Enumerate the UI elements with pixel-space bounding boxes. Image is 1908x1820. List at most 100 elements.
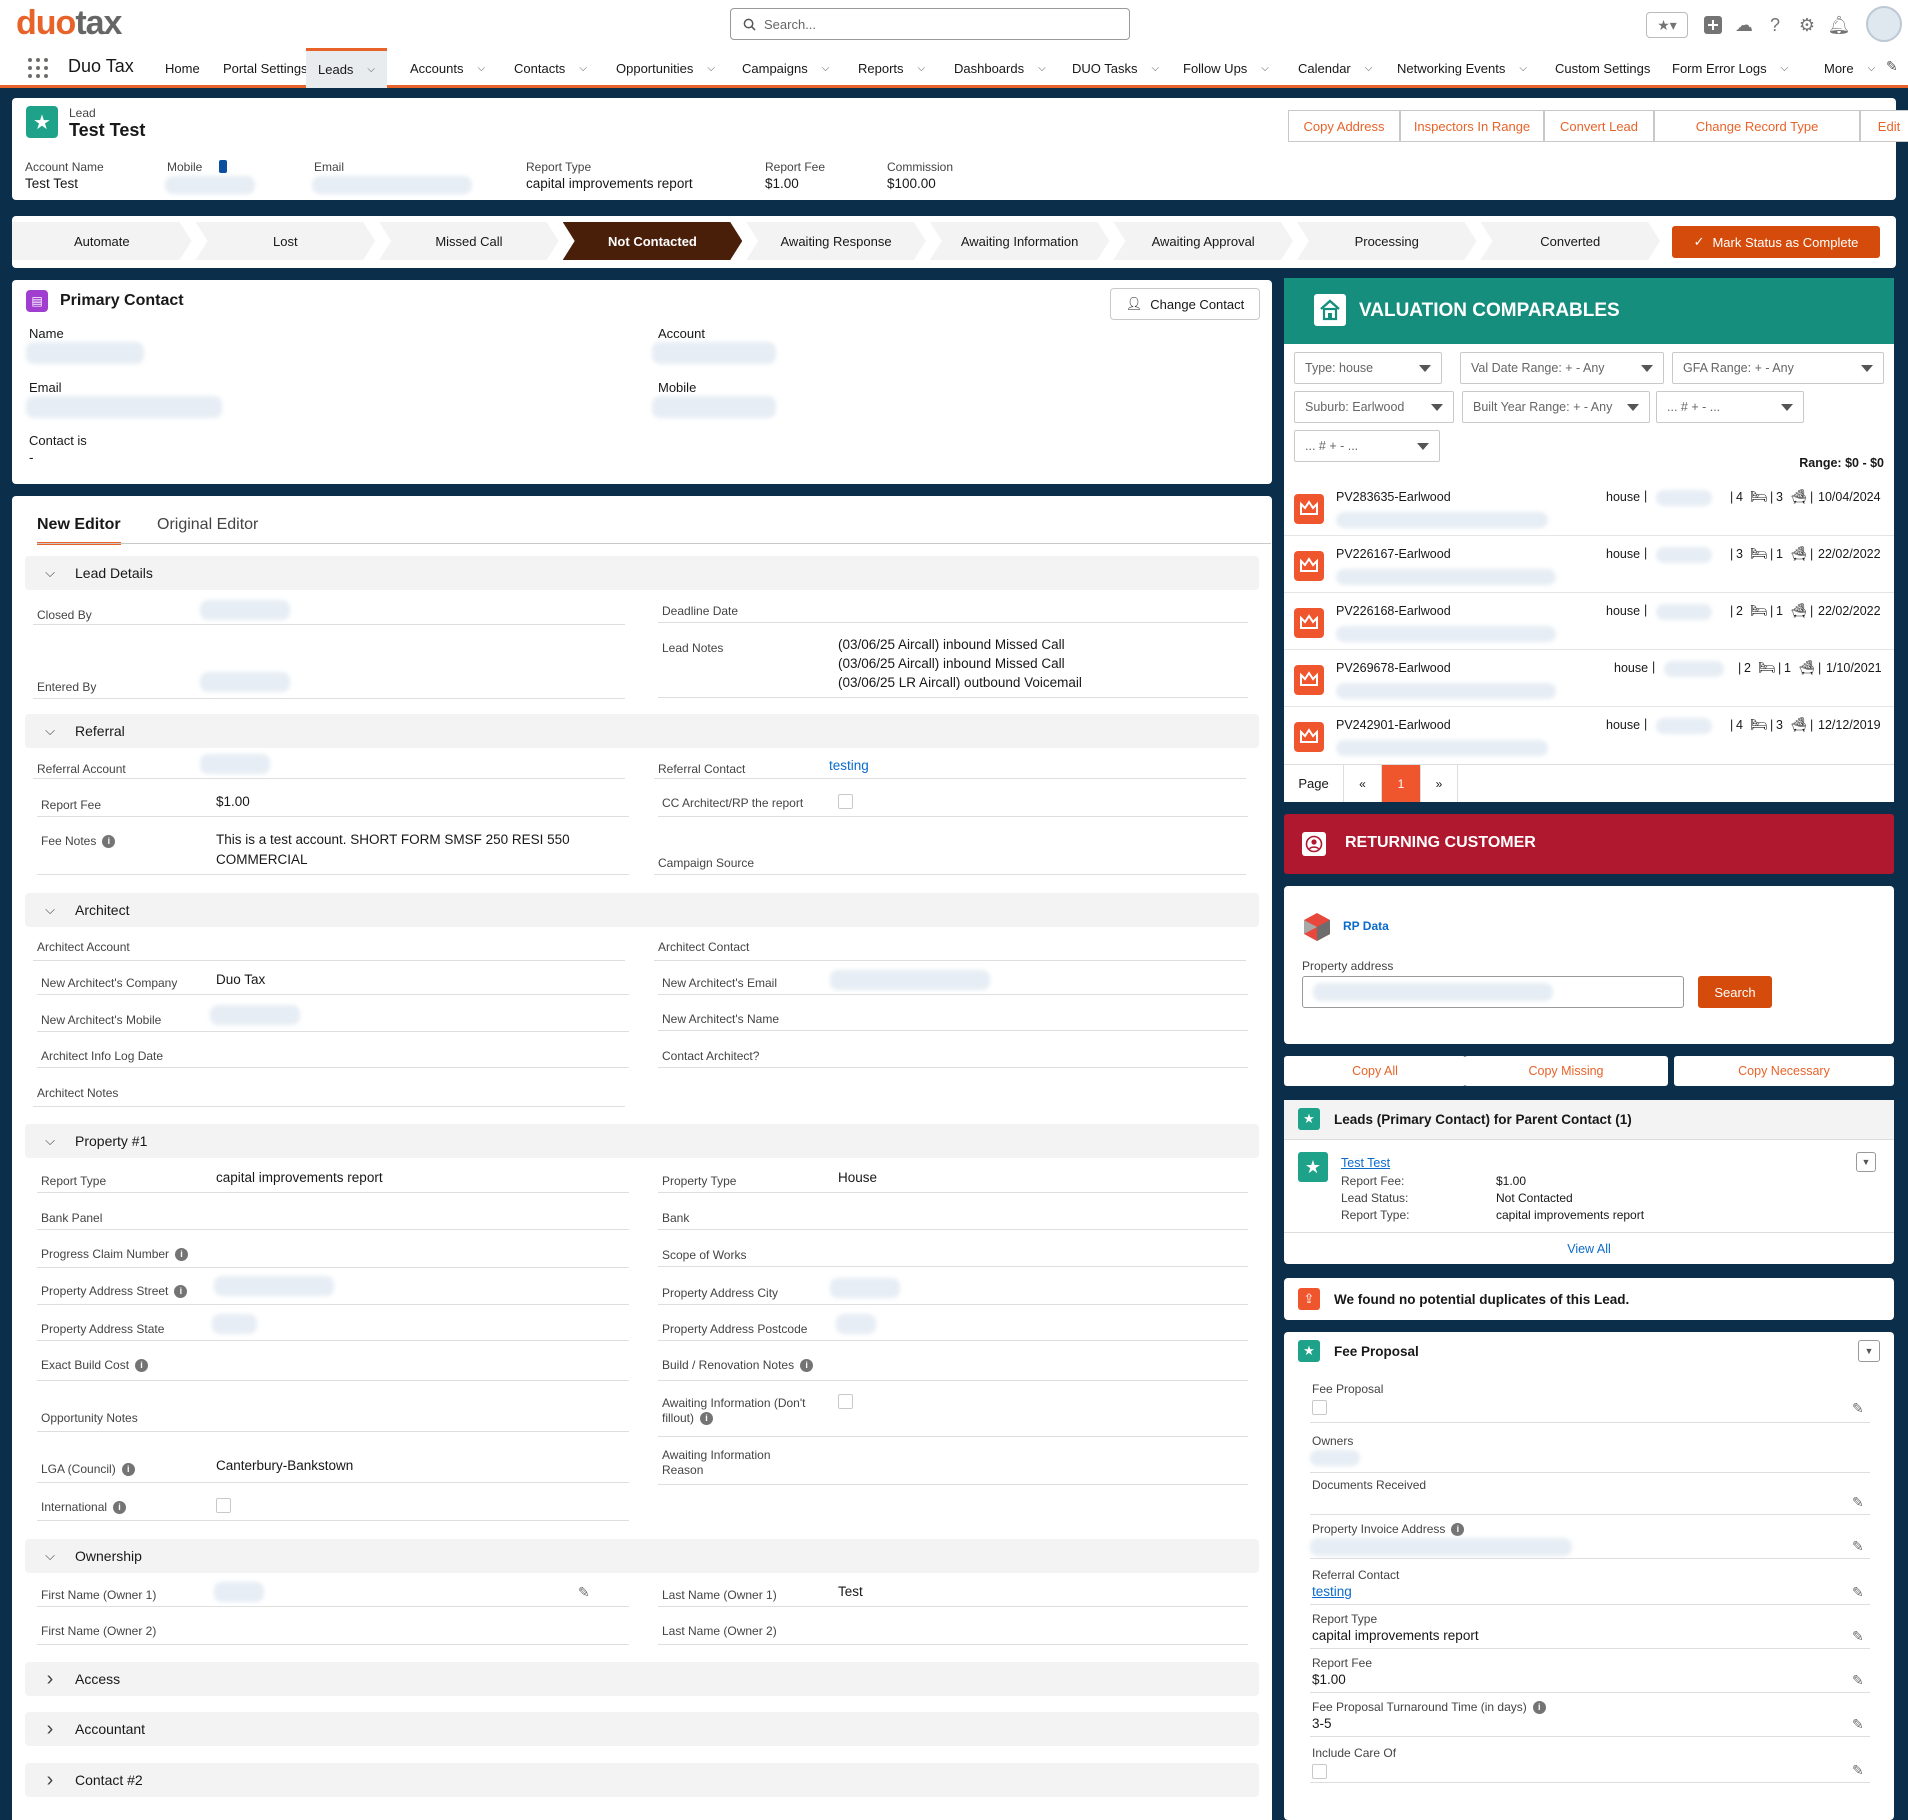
- chevron-down-icon[interactable]: ⌵: [25, 1548, 75, 1564]
- path-step-not-contacted[interactable]: Not Contacted: [563, 222, 743, 260]
- path-step-awaiting-information[interactable]: Awaiting Information: [930, 222, 1110, 260]
- section-ownership[interactable]: ⌵ Ownership: [25, 1539, 1259, 1573]
- edit-pencil-icon[interactable]: ✎: [1852, 1538, 1864, 1555]
- favorites-star-icon[interactable]: ★▾: [1646, 12, 1688, 38]
- path-step-processing[interactable]: Processing: [1297, 222, 1477, 260]
- nav-item-form-error-logs[interactable]: Form Error Logs ⌵: [1672, 48, 1788, 88]
- edit-pencil-icon[interactable]: ✎: [1852, 1584, 1864, 1601]
- nav-item-more[interactable]: More ⌵: [1824, 48, 1875, 88]
- section-contact2[interactable]: › Contact #2: [25, 1763, 1259, 1797]
- prev-page-button[interactable]: «: [1344, 765, 1382, 802]
- path-step-automate[interactable]: Automate: [12, 222, 192, 260]
- fee-field-checkbox[interactable]: [1312, 1764, 1327, 1779]
- nav-item-opportunities[interactable]: Opportunities ⌵: [616, 48, 715, 88]
- path-step-awaiting-response[interactable]: Awaiting Response: [746, 222, 926, 260]
- chevron-down-icon[interactable]: ⌵: [707, 63, 715, 74]
- comparable-id[interactable]: PV283635-Earlwood: [1336, 490, 1451, 504]
- nav-item-home[interactable]: Home: [165, 48, 200, 88]
- chevron-down-icon[interactable]: ⌵: [477, 63, 485, 74]
- path-step-missed-call[interactable]: Missed Call: [379, 222, 559, 260]
- section-access[interactable]: › Access: [25, 1662, 1259, 1696]
- chevron-down-icon[interactable]: ⌵: [367, 64, 375, 75]
- chevron-down-icon[interactable]: ⌵: [1868, 63, 1876, 74]
- chevron-down-icon[interactable]: ⌵: [1261, 63, 1269, 74]
- setup-gear-icon[interactable]: ⚙: [1794, 12, 1820, 38]
- rp-search-button[interactable]: Search: [1698, 976, 1772, 1008]
- change-contact-button[interactable]: 👤︎ Change Contact: [1110, 288, 1260, 320]
- nav-item-custom-settings[interactable]: Custom Settings: [1555, 48, 1650, 88]
- user-avatar[interactable]: [1866, 6, 1902, 42]
- edit-pencil-icon[interactable]: ✎: [1852, 1762, 1864, 1779]
- path-step-lost[interactable]: Lost: [196, 222, 376, 260]
- duotax-logo[interactable]: duotax: [16, 4, 122, 43]
- nav-item-accounts[interactable]: Accounts ⌵: [410, 48, 485, 88]
- copy-copy-necessary-button[interactable]: Copy Necessary: [1674, 1056, 1894, 1086]
- action-convert-lead-button[interactable]: Convert Lead: [1544, 110, 1654, 142]
- action-copy-address-button[interactable]: Copy Address: [1288, 110, 1400, 142]
- mark-status-complete-button[interactable]: ✓ Mark Status as Complete: [1672, 226, 1880, 258]
- edit-pencil-icon[interactable]: ✎: [578, 1584, 590, 1601]
- chevron-down-icon[interactable]: ⌵: [1152, 63, 1160, 74]
- field-value-referral-contact-val[interactable]: testing: [829, 758, 869, 773]
- related-lead-link[interactable]: Test Test: [1341, 1156, 1390, 1170]
- filter-type-house[interactable]: Type: house: [1294, 352, 1442, 384]
- chevron-down-icon[interactable]: ⌵: [1781, 63, 1789, 74]
- next-page-button[interactable]: »: [1420, 765, 1458, 802]
- trailhead-cloud-icon[interactable]: ☁: [1731, 12, 1757, 38]
- section-lead_details[interactable]: ⌵ Lead Details: [25, 556, 1259, 590]
- action-inspectors-in-range-button[interactable]: Inspectors In Range: [1400, 110, 1544, 142]
- edit-nav-pencil-icon[interactable]: ✎: [1886, 58, 1898, 75]
- chevron-down-icon[interactable]: ⌵: [1365, 63, 1373, 74]
- filter-suburb-earlwood[interactable]: Suburb: Earlwood: [1294, 391, 1454, 423]
- comparable-id[interactable]: PV242901-Earlwood: [1336, 718, 1451, 732]
- filter-val-date-range-any[interactable]: Val Date Range: + - Any: [1460, 352, 1664, 384]
- chevron-down-icon[interactable]: ⌵: [1038, 63, 1046, 74]
- fee-field-value[interactable]: testing: [1312, 1584, 1352, 1599]
- fee-field-checkbox[interactable]: [1312, 1400, 1327, 1415]
- action-edit-button[interactable]: Edit: [1860, 110, 1908, 142]
- section-referral[interactable]: ⌵ Referral: [25, 714, 1259, 748]
- section-accountant[interactable]: › Accountant: [25, 1712, 1259, 1746]
- nav-item-calendar[interactable]: Calendar ⌵: [1298, 48, 1372, 88]
- filter-[interactable]: ... # + - ...: [1294, 430, 1440, 462]
- nav-item-follow-ups[interactable]: Follow Ups ⌵: [1183, 48, 1269, 88]
- filter-[interactable]: ... # + - ...: [1656, 391, 1804, 423]
- fee-proposal-menu-chevron-down-icon[interactable]: ▼: [1858, 1340, 1880, 1362]
- edit-pencil-icon[interactable]: ✎: [1852, 1716, 1864, 1733]
- nav-item-portal-settings[interactable]: Portal Settings: [223, 48, 308, 88]
- filter-built-year-range-any[interactable]: Built Year Range: + - Any: [1462, 391, 1650, 423]
- view-all-link[interactable]: View All: [1284, 1242, 1894, 1256]
- current-page-button[interactable]: 1: [1382, 765, 1420, 802]
- path-step-converted[interactable]: Converted: [1481, 222, 1661, 260]
- chevron-down-icon[interactable]: ⌵: [25, 1133, 75, 1149]
- chevron-right-icon[interactable]: ›: [25, 1769, 75, 1792]
- cc-architect-checkbox[interactable]: [838, 794, 853, 809]
- copy-copy-all-button[interactable]: Copy All: [1284, 1056, 1466, 1086]
- chevron-down-icon[interactable]: ⌵: [822, 63, 830, 74]
- nav-item-networking-events[interactable]: Networking Events ⌵: [1397, 48, 1527, 88]
- chevron-down-icon[interactable]: ⌵: [579, 63, 587, 74]
- edit-pencil-icon[interactable]: ✎: [1852, 1628, 1864, 1645]
- chevron-down-icon[interactable]: ⌵: [1519, 63, 1527, 74]
- nav-item-dashboards[interactable]: Dashboards ⌵: [954, 48, 1046, 88]
- nav-item-leads[interactable]: Leads ⌵: [306, 48, 388, 88]
- section-property[interactable]: ⌵ Property #1: [25, 1124, 1259, 1158]
- edit-pencil-icon[interactable]: ✎: [1852, 1494, 1864, 1511]
- global-actions-plus-icon[interactable]: [1700, 12, 1726, 38]
- action-change-record-type-button[interactable]: Change Record Type: [1654, 110, 1860, 142]
- chevron-down-icon[interactable]: ⌵: [25, 723, 75, 739]
- section-architect[interactable]: ⌵ Architect: [25, 893, 1259, 927]
- row-actions-chevron-down-icon[interactable]: ▼: [1856, 1152, 1876, 1172]
- comparable-id[interactable]: PV226168-Earlwood: [1336, 604, 1451, 618]
- nav-item-reports[interactable]: Reports ⌵: [858, 48, 925, 88]
- chevron-down-icon[interactable]: ⌵: [25, 902, 75, 918]
- help-icon[interactable]: ?: [1762, 12, 1788, 38]
- chevron-down-icon[interactable]: ⌵: [25, 565, 75, 581]
- comparable-id[interactable]: PV226167-Earlwood: [1336, 547, 1451, 561]
- chevron-right-icon[interactable]: ›: [25, 1718, 75, 1741]
- nav-item-contacts[interactable]: Contacts ⌵: [514, 48, 587, 88]
- copy-copy-missing-button[interactable]: Copy Missing: [1464, 1056, 1668, 1086]
- edit-pencil-icon[interactable]: ✎: [1852, 1400, 1864, 1417]
- notifications-bell-icon[interactable]: 🔔︎: [1826, 12, 1852, 38]
- edit-pencil-icon[interactable]: ✎: [1852, 1672, 1864, 1689]
